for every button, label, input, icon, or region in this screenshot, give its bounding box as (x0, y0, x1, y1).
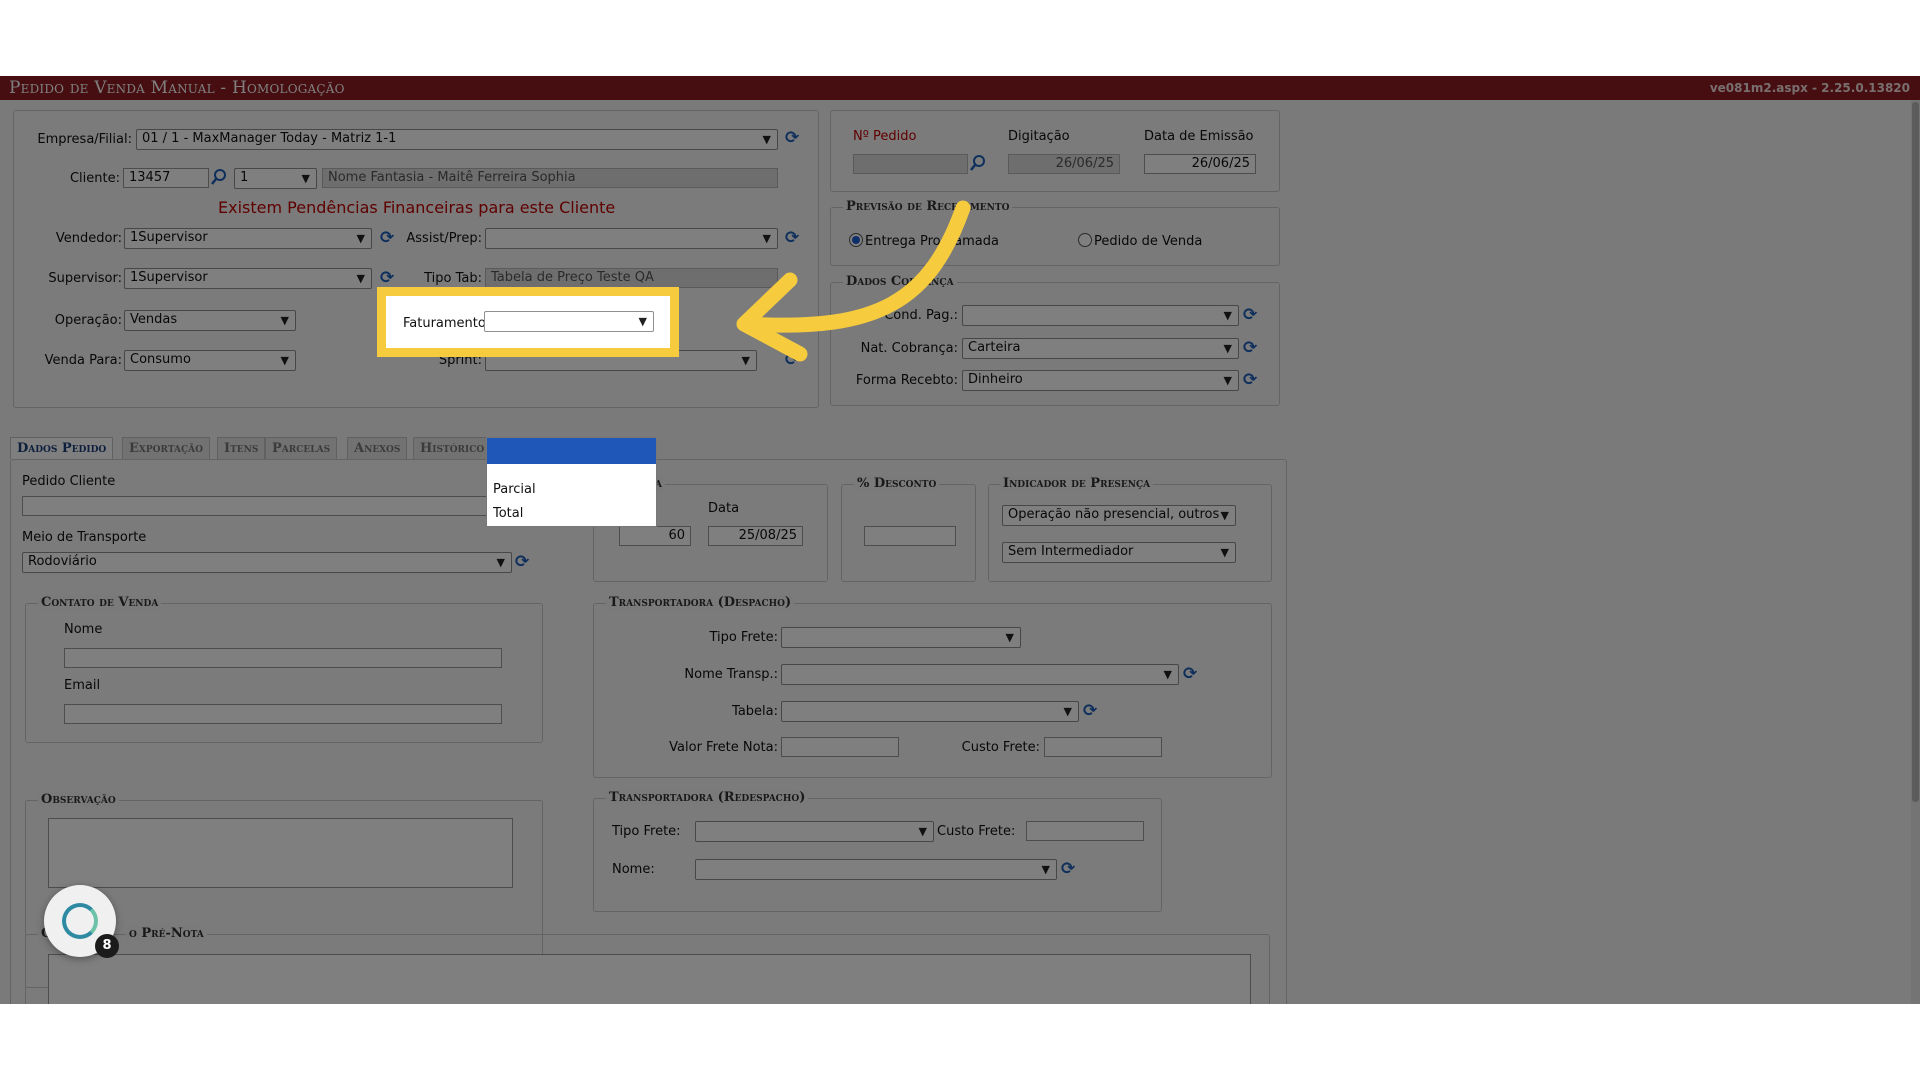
screen: Pedido de Venda Manual - Homologação ve0… (0, 0, 1920, 1080)
annotation-arrow (736, 200, 971, 362)
